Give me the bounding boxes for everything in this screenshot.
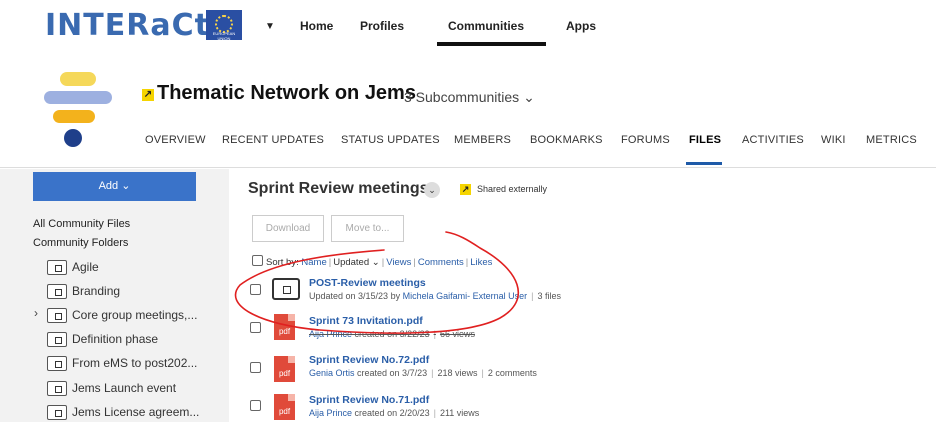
all-community-files-link[interactable]: All Community Files xyxy=(33,218,130,230)
external-community-icon: ↗ xyxy=(142,89,154,101)
folder-label: Definition phase xyxy=(72,332,159,346)
add-button[interactable]: Add ⌄ xyxy=(33,172,196,201)
shared-label: Shared externally xyxy=(477,184,548,194)
sort-updated[interactable]: Updated ⌄ xyxy=(333,257,380,268)
tab-members[interactable]: MEMBERS xyxy=(454,134,511,146)
folder-title: Sprint Review meetings xyxy=(248,180,429,197)
file-meta-date: created on 3/22/23 xyxy=(354,329,430,339)
nav-apps[interactable]: Apps xyxy=(566,19,596,33)
tab-active-indicator xyxy=(686,162,722,165)
file-row-checkbox[interactable] xyxy=(250,322,261,333)
pdf-file-icon: pdf xyxy=(274,394,295,420)
folder-icon xyxy=(47,308,67,323)
chevron-down-icon[interactable]: ⌄ xyxy=(424,182,440,198)
file-comments: 2 comments xyxy=(487,368,537,378)
nav-home[interactable]: Home xyxy=(300,19,333,33)
file-author-link[interactable]: Michela Gaifami- External User xyxy=(403,291,528,301)
community-header: ↗ Thematic Network on Jems 3 Subcommunit… xyxy=(0,52,936,168)
nav-active-indicator xyxy=(437,42,546,46)
eu-flag-caption: EUROPEAN UNION xyxy=(212,31,236,41)
file-meta-prefix: Updated on 3/15/23 by xyxy=(309,291,401,301)
file-row-checkbox[interactable] xyxy=(250,284,261,295)
tab-activities[interactable]: ACTIVITIES xyxy=(742,134,804,146)
community-title: Thematic Network on Jems xyxy=(157,82,416,104)
file-name-link[interactable]: Sprint Review No.71.pdf xyxy=(309,394,429,406)
folder-label: From eMS to post202... xyxy=(72,356,198,370)
file-row-checkbox[interactable] xyxy=(250,362,261,373)
file-row-checkbox[interactable] xyxy=(250,400,261,411)
top-navigation: INTERaCt EUROPEAN UNION ▼ Home Profiles … xyxy=(0,0,936,52)
file-name-link[interactable]: Sprint 73 Invitation.pdf xyxy=(309,315,423,327)
sort-views[interactable]: Views xyxy=(386,257,411,268)
file-meta-date: created on 2/20/23 xyxy=(354,408,430,418)
community-folders-link[interactable]: Community Folders xyxy=(33,237,128,249)
file-meta: Updated on 3/15/23 by Michela Gaifami- E… xyxy=(309,291,561,301)
tab-overview[interactable]: OVERVIEW xyxy=(145,134,206,146)
tab-files[interactable]: FILES xyxy=(689,134,721,146)
tab-metrics[interactable]: METRICS xyxy=(866,134,917,146)
folder-label: Branding xyxy=(72,284,121,298)
community-logo-icon xyxy=(44,72,114,152)
file-meta: Aija Prince created on 3/22/23 | 66 views xyxy=(309,329,475,339)
sort-likes[interactable]: Likes xyxy=(470,257,492,268)
expand-chevron-icon[interactable]: › xyxy=(34,306,38,320)
move-to-button[interactable]: Move to... xyxy=(331,215,404,242)
file-meta: Aija Prince created on 2/20/23 | 211 views xyxy=(309,408,480,418)
select-all-checkbox[interactable] xyxy=(252,255,263,266)
tab-status-updates[interactable]: STATUS UPDATES xyxy=(341,134,440,146)
folder-label: Jems Launch event xyxy=(72,381,177,395)
file-author-link[interactable]: Aija Prince xyxy=(309,329,352,339)
file-views: 218 views xyxy=(437,368,478,378)
file-count: 3 files xyxy=(537,291,561,301)
eu-flag-logo: EUROPEAN UNION xyxy=(206,10,242,41)
tab-wiki[interactable]: WIKI xyxy=(821,134,846,146)
folder-icon xyxy=(47,405,67,420)
files-sidebar: Add ⌄ All Community Files Community Fold… xyxy=(0,169,229,422)
file-views: 66 views xyxy=(439,329,475,339)
tab-forums[interactable]: FORUMS xyxy=(621,134,670,146)
file-meta-date: created on 3/7/23 xyxy=(357,368,428,378)
folder-icon xyxy=(47,356,67,371)
shared-externally-badge: ↗ Shared externally xyxy=(460,184,547,195)
download-button[interactable]: Download xyxy=(252,215,324,242)
pdf-file-icon: pdf xyxy=(274,356,295,382)
file-name-link[interactable]: Sprint Review No.72.pdf xyxy=(309,354,429,366)
sort-label: Sort by: xyxy=(266,257,299,268)
folder-icon xyxy=(272,278,300,300)
folder-icon xyxy=(47,284,67,299)
sort-bar: Sort by: Name | Updated ⌄ | Views | Comments | L… xyxy=(252,254,492,268)
chevron-down-icon: ⌄ xyxy=(523,89,535,105)
folder-icon xyxy=(47,260,67,275)
folder-icon xyxy=(47,332,67,347)
tab-bookmarks[interactable]: BOOKMARKS xyxy=(530,134,603,146)
folder-label: Agile xyxy=(72,260,99,274)
file-views: 211 views xyxy=(439,408,480,418)
file-meta: Genia Ortis created on 3/7/23 | 218 views |… xyxy=(309,368,537,378)
external-share-icon: ↗ xyxy=(460,184,471,195)
nav-menu-caret-icon[interactable]: ▼ xyxy=(265,21,275,32)
tab-recent-updates[interactable]: RECENT UPDATES xyxy=(222,134,324,146)
interact-logo[interactable]: INTERaCt xyxy=(45,8,210,43)
nav-communities[interactable]: Communities xyxy=(448,19,524,33)
sort-comments[interactable]: Comments xyxy=(418,257,464,268)
sort-name[interactable]: Name xyxy=(301,257,326,268)
file-author-link[interactable]: Aija Prince xyxy=(309,408,352,418)
folder-label: Core group meetings,... xyxy=(72,308,198,322)
nav-profiles[interactable]: Profiles xyxy=(360,19,404,33)
subcommunities-label: 3 Subcommunities xyxy=(404,89,520,105)
file-name-link[interactable]: POST-Review meetings xyxy=(309,277,426,289)
folder-label: Jems License agreem... xyxy=(72,405,200,419)
file-author-link[interactable]: Genia Ortis xyxy=(309,368,355,378)
folder-icon xyxy=(47,381,67,396)
pdf-file-icon: pdf xyxy=(274,314,295,340)
subcommunities-dropdown[interactable]: 3 Subcommunities ⌄ xyxy=(404,89,535,106)
